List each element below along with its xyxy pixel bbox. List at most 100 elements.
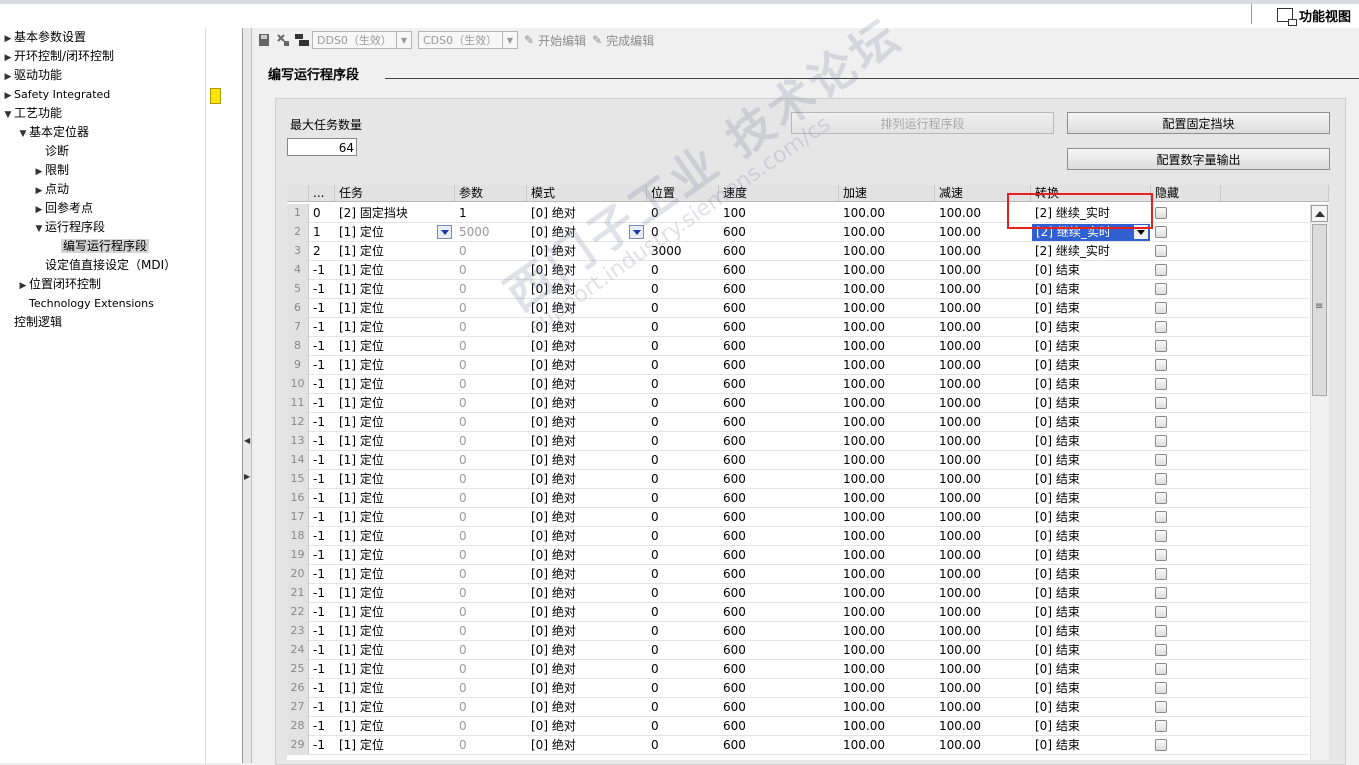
transition-cell[interactable]: [0] 结束 [1031, 375, 1151, 394]
position-cell[interactable]: 0 [647, 508, 719, 527]
task-cell[interactable]: [1] 定位 [335, 261, 455, 280]
tree-item[interactable]: ▶ 限制 [33, 161, 69, 180]
accel-cell[interactable]: 100.00 [839, 242, 935, 261]
task-cell[interactable]: [1] 定位 [335, 337, 455, 356]
parameter-cell[interactable]: 0 [455, 413, 527, 432]
task-cell[interactable]: [2] 固定挡块 [335, 204, 455, 223]
hide-checkbox[interactable] [1155, 283, 1167, 295]
velocity-cell[interactable]: 600 [719, 299, 839, 318]
tree-item[interactable]: 控制逻辑 [2, 313, 62, 332]
task-cell[interactable]: [1] 定位 [335, 641, 455, 660]
parameter-cell[interactable]: 0 [455, 641, 527, 660]
velocity-cell[interactable]: 600 [719, 261, 839, 280]
accel-cell[interactable]: 100.00 [839, 299, 935, 318]
hide-checkbox[interactable] [1155, 397, 1167, 409]
table-row[interactable]: 17 -1 [1] 定位 0 [0] 绝对 0 600 100.00 100.00 [0] 结束 [287, 508, 1309, 527]
mode-cell[interactable]: [0] 绝对 [527, 641, 647, 660]
task-cell[interactable]: [1] 定位 [335, 470, 455, 489]
fixed-stop-config-button[interactable]: 配置固定挡块 [1067, 112, 1330, 134]
position-cell[interactable]: 0 [647, 375, 719, 394]
decel-cell[interactable]: 100.00 [935, 565, 1031, 584]
velocity-cell[interactable]: 600 [719, 603, 839, 622]
position-cell[interactable]: 0 [647, 622, 719, 641]
parameter-cell[interactable]: 0 [455, 603, 527, 622]
tree-item[interactable]: ▼ 基本定位器 [17, 123, 89, 142]
parameter-cell[interactable]: 0 [455, 299, 527, 318]
parameter-cell[interactable]: 0 [455, 527, 527, 546]
hide-checkbox[interactable] [1155, 321, 1167, 333]
decel-cell[interactable]: 100.00 [935, 508, 1031, 527]
decel-cell[interactable]: 100.00 [935, 527, 1031, 546]
transition-cell[interactable]: [0] 结束 [1031, 717, 1151, 736]
accel-cell[interactable]: 100.00 [839, 489, 935, 508]
sort-blocks-button[interactable]: 排列运行程序段 [791, 112, 1054, 134]
accel-cell[interactable]: 100.00 [839, 261, 935, 280]
parameter-cell[interactable]: 0 [455, 394, 527, 413]
finish-edit-button[interactable]: ✎ 完成编辑 [592, 32, 654, 49]
parameter-cell[interactable]: 0 [455, 679, 527, 698]
velocity-cell[interactable]: 100 [719, 204, 839, 223]
vertical-scrollbar[interactable] [1310, 204, 1329, 760]
parameter-cell[interactable]: 0 [455, 242, 527, 261]
table-row[interactable]: 1 0 [2] 固定挡块 1 [0] 绝对 0 100 100.00 100.00 [2] 继续_… [287, 204, 1309, 223]
hide-checkbox[interactable] [1155, 264, 1167, 276]
parameter-cell[interactable]: 0 [455, 337, 527, 356]
transition-cell[interactable]: [0] 结束 [1031, 451, 1151, 470]
tree-item[interactable]: ▼ 工艺功能 [2, 104, 62, 123]
mode-cell[interactable]: [0] 绝对 [527, 527, 647, 546]
block-index[interactable]: 1 [309, 223, 335, 242]
tree-item[interactable]: ▶ 基本参数设置 [2, 28, 86, 47]
table-row[interactable]: 22 -1 [1] 定位 0 [0] 绝对 0 600 100.00 100.00 [0] 结束 [287, 603, 1309, 622]
accel-cell[interactable]: 100.00 [839, 413, 935, 432]
tree-item[interactable]: ▶ 开环控制/闭环控制 [2, 47, 115, 66]
task-cell[interactable]: [1] 定位 [335, 394, 455, 413]
hide-checkbox[interactable] [1155, 473, 1167, 485]
block-index[interactable]: -1 [309, 432, 335, 451]
tree-item[interactable]: Technology Extensions [17, 294, 154, 313]
tree-item[interactable]: ▶ Safety Integrated [2, 85, 111, 104]
task-cell[interactable]: [1] 定位 [335, 584, 455, 603]
mode-cell[interactable]: [0] 绝对 [527, 565, 647, 584]
velocity-cell[interactable]: 600 [719, 508, 839, 527]
transition-cell[interactable]: [0] 结束 [1031, 508, 1151, 527]
hide-checkbox[interactable] [1155, 378, 1167, 390]
parameter-cell[interactable]: 1 [455, 204, 527, 223]
table-row[interactable]: 23 -1 [1] 定位 0 [0] 绝对 0 600 100.00 100.00 [0] 结束 [287, 622, 1309, 641]
tree-item[interactable]: ▶ 点动 [33, 180, 69, 199]
task-cell[interactable]: [1] 定位 [335, 527, 455, 546]
mode-cell[interactable]: [0] 绝对 [527, 603, 647, 622]
table-row[interactable]: 8 -1 [1] 定位 0 [0] 绝对 0 600 100.00 100.00 [0] 结束 [287, 337, 1309, 356]
mode-cell[interactable]: [0] 绝对 [527, 413, 647, 432]
accel-cell[interactable]: 100.00 [839, 204, 935, 223]
chevron-down-icon[interactable] [1134, 225, 1148, 239]
decel-cell[interactable]: 100.00 [935, 660, 1031, 679]
velocity-cell[interactable]: 600 [719, 584, 839, 603]
transition-cell[interactable]: [0] 结束 [1031, 337, 1151, 356]
block-index[interactable]: -1 [309, 641, 335, 660]
data-set-icon[interactable] [294, 33, 309, 47]
table-row[interactable]: 24 -1 [1] 定位 0 [0] 绝对 0 600 100.00 100.00 [0] 结束 [287, 641, 1309, 660]
position-cell[interactable]: 0 [647, 261, 719, 280]
table-row[interactable]: 20 -1 [1] 定位 0 [0] 绝对 0 600 100.00 100.00 [0] 结束 [287, 565, 1309, 584]
hide-checkbox[interactable] [1155, 511, 1167, 523]
mode-cell[interactable]: [0] 绝对 [527, 356, 647, 375]
mode-cell[interactable]: [0] 绝对 [527, 299, 647, 318]
hide-checkbox[interactable] [1155, 606, 1167, 618]
transition-cell[interactable]: [0] 结束 [1031, 356, 1151, 375]
collapse-left-icon[interactable]: ◀ [244, 436, 250, 445]
velocity-cell[interactable]: 600 [719, 641, 839, 660]
transition-cell[interactable]: [0] 结束 [1031, 603, 1151, 622]
task-cell[interactable]: [1] 定位 [335, 280, 455, 299]
parameter-cell[interactable]: 0 [455, 432, 527, 451]
decel-cell[interactable]: 100.00 [935, 432, 1031, 451]
velocity-cell[interactable]: 600 [719, 451, 839, 470]
accel-cell[interactable]: 100.00 [839, 565, 935, 584]
velocity-cell[interactable]: 600 [719, 242, 839, 261]
decel-cell[interactable]: 100.00 [935, 299, 1031, 318]
decel-cell[interactable]: 100.00 [935, 489, 1031, 508]
velocity-cell[interactable]: 600 [719, 622, 839, 641]
mode-cell[interactable]: [0] 绝对 [527, 432, 647, 451]
block-index[interactable]: -1 [309, 337, 335, 356]
block-index[interactable]: 0 [309, 204, 335, 223]
mode-cell[interactable]: [0] 绝对 [527, 242, 647, 261]
